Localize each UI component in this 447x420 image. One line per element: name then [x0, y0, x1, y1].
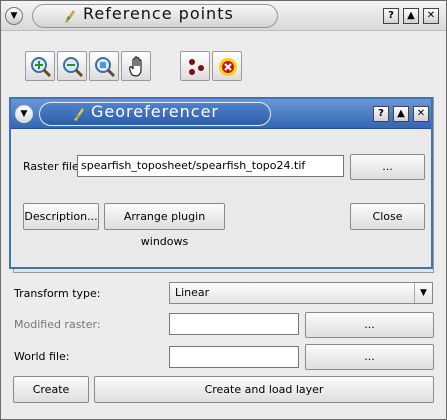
world-file-browse-button[interactable]: ... — [305, 344, 434, 370]
raster-file-input[interactable]: spearfish_toposheet/spearfish_topo24.tif — [77, 155, 344, 177]
help-button[interactable]: ? — [373, 106, 389, 122]
plugin-logo-icon — [74, 108, 84, 121]
arrange-plugin-windows-button[interactable]: Arrange plugin windows — [104, 203, 225, 248]
raster-file-label: Raster file: — [23, 160, 83, 173]
transform-type-select[interactable]: Linear ▼ — [169, 282, 433, 304]
zoom-in-button[interactable] — [25, 51, 55, 81]
delete-point-icon — [219, 58, 237, 76]
world-file-label: World file: — [14, 350, 70, 363]
window-menu-icon[interactable]: ▼ — [15, 105, 33, 123]
help-button[interactable]: ? — [383, 8, 399, 24]
georeferencer-titlebar[interactable]: ▼ Georeferencer ? ▲ ✕ — [11, 99, 431, 129]
window-menu-icon[interactable]: ▼ — [5, 7, 23, 25]
modified-raster-input[interactable] — [169, 313, 299, 335]
add-point-button[interactable] — [180, 51, 210, 81]
zoom-out-button[interactable] — [57, 51, 87, 81]
pan-button[interactable] — [121, 51, 151, 81]
shade-button[interactable]: ▲ — [393, 106, 409, 122]
modified-raster-browse-button[interactable]: ... — [305, 312, 434, 338]
chevron-down-icon: ▼ — [414, 283, 432, 303]
create-button[interactable]: Create — [13, 376, 89, 403]
zoom-out-icon — [63, 57, 84, 78]
add-point-icon — [189, 59, 204, 75]
close-dialog-button[interactable]: Close — [350, 203, 425, 230]
shade-button[interactable]: ▲ — [403, 8, 419, 24]
create-and-load-layer-button[interactable]: Create and load layer — [94, 376, 434, 403]
close-button[interactable]: ✕ — [413, 106, 429, 122]
delete-point-button[interactable] — [212, 51, 242, 81]
raster-browse-button[interactable]: ... — [350, 154, 425, 180]
close-button[interactable]: ✕ — [423, 8, 439, 24]
world-file-input[interactable] — [169, 346, 299, 368]
georeferencer-window: ▼ Georeferencer ? ▲ ✕ Raster file: spear… — [9, 97, 433, 269]
pan-hand-icon — [129, 56, 142, 77]
reference-titlebar[interactable]: ▼ Reference points ? ▲ ✕ — [1, 1, 446, 31]
window-title: Georeferencer — [91, 102, 220, 121]
zoom-in-icon — [31, 57, 52, 78]
description-button[interactable]: Description... — [23, 203, 99, 230]
window-title: Reference points — [83, 4, 234, 23]
transform-type-value: Linear — [175, 286, 210, 299]
zoom-to-layer-button[interactable] — [89, 51, 119, 81]
transform-type-label: Transform type: — [14, 287, 101, 300]
zoom-to-layer-icon — [95, 57, 116, 78]
modified-raster-label: Modified raster: — [14, 318, 101, 331]
plugin-logo-icon — [65, 10, 75, 23]
